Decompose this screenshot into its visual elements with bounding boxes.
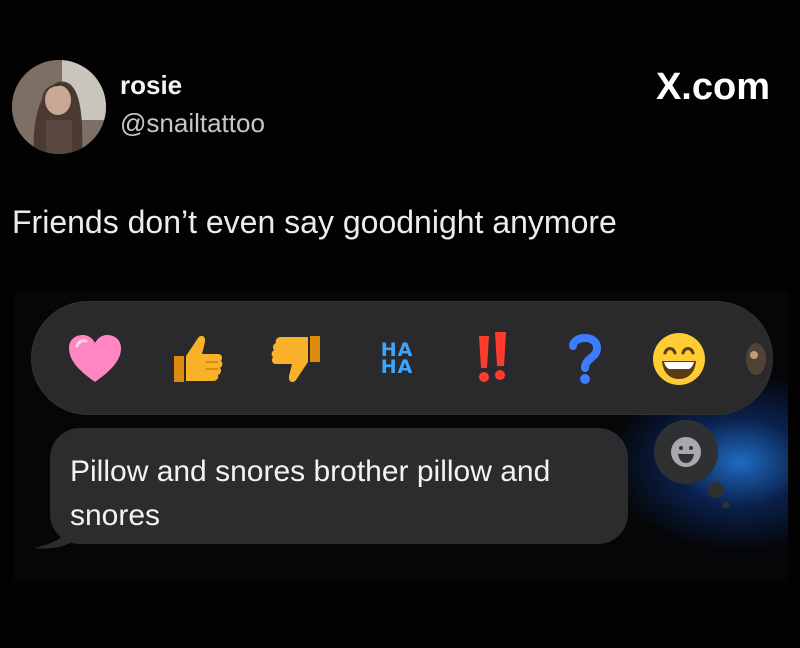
avatar-photo (12, 60, 106, 154)
reaction-bar: HA HA (32, 302, 772, 414)
exclamation-icon[interactable] (464, 330, 522, 388)
message-text: Pillow and snores brother pillow and sno… (70, 455, 551, 532)
question-icon[interactable] (556, 330, 614, 388)
grinning-face-icon[interactable] (650, 330, 708, 388)
thumbs-up-icon[interactable] (168, 330, 226, 388)
avatar[interactable] (12, 60, 106, 154)
brand-logo: X.com (655, 66, 770, 108)
more-reactions-icon[interactable] (740, 330, 768, 388)
haha-label-line2: HA (380, 356, 414, 378)
post-card: rosie @snailtattoo X.com Friends don’t e… (0, 0, 800, 648)
thumbs-down-icon[interactable] (268, 330, 326, 388)
post-text: Friends don’t even say goodnight anymore (12, 204, 617, 240)
message-screenshot: HA HA Pillow and snores brother pillow a… (14, 292, 788, 582)
user-name[interactable]: rosie (120, 70, 182, 101)
add-tapback-icon[interactable] (642, 420, 730, 508)
heart-icon[interactable] (66, 330, 124, 388)
haha-icon[interactable]: HA HA (368, 330, 426, 388)
bubble-tail (34, 520, 74, 549)
user-handle[interactable]: @snailtattoo (120, 108, 265, 139)
